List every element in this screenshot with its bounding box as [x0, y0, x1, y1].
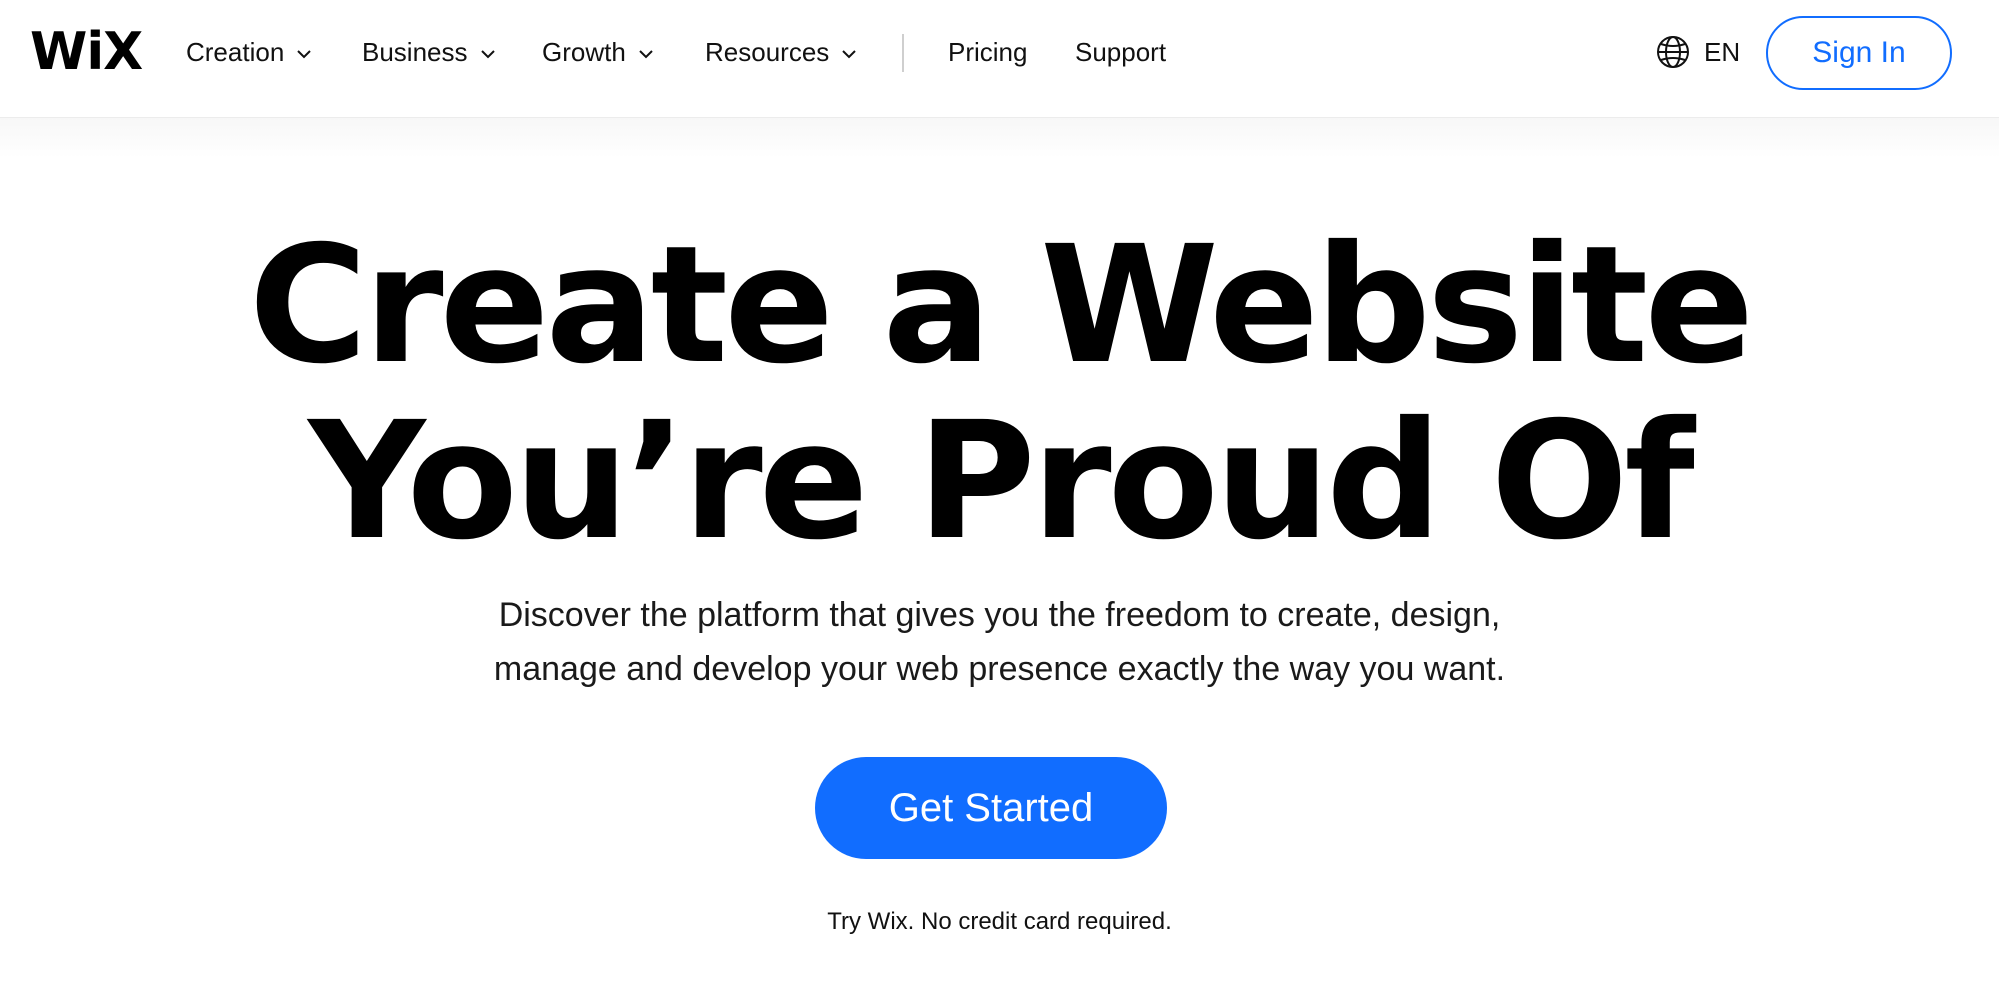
nav-business[interactable]: Business: [362, 34, 498, 70]
hero-subtitle: Discover the platform that gives you the…: [0, 588, 1999, 696]
nav-business-label: Business: [362, 37, 468, 67]
wix-logo[interactable]: WiX: [30, 26, 143, 78]
hero-subtitle-line-1: Discover the platform that gives you the…: [498, 596, 1501, 634]
globe-icon: [1657, 36, 1689, 68]
nav-divider: [902, 34, 904, 72]
nav-support-label: Support: [1075, 37, 1167, 67]
sign-in-button[interactable]: Sign In: [1766, 16, 1952, 90]
nav-support[interactable]: Support: [1075, 34, 1166, 70]
nav-growth-label: Growth: [542, 37, 626, 67]
hero-title-line-1: Create a Website: [248, 212, 1754, 400]
top-header: WiX Creation Business Growth Resources P…: [0, 0, 1999, 118]
header-shadow: [0, 118, 1999, 158]
hero-subtitle-line-2: manage and develop your web presence exa…: [493, 650, 1506, 688]
hero-title: Create a Website You’re Proud Of: [0, 218, 1999, 570]
hero-title-line-2: You’re Proud Of: [308, 388, 1695, 576]
language-label: EN: [1704, 37, 1741, 67]
no-credit-card-note: Try Wix. No credit card required.: [827, 908, 1172, 935]
nav-pricing[interactable]: Pricing: [948, 34, 1027, 70]
language-selector[interactable]: EN: [1656, 34, 1740, 70]
chevron-down-icon: [842, 50, 856, 59]
nav-pricing-label: Pricing: [948, 37, 1028, 67]
nav-resources[interactable]: Resources: [705, 34, 859, 70]
chevron-down-icon: [297, 50, 311, 59]
chevron-down-icon: [480, 50, 495, 59]
nav-growth[interactable]: Growth: [542, 34, 656, 70]
get-started-button[interactable]: Get Started: [815, 757, 1167, 859]
chevron-down-icon: [639, 50, 653, 59]
nav-creation[interactable]: Creation: [186, 34, 314, 70]
nav-creation-label: Creation: [186, 37, 285, 67]
nav-resources-label: Resources: [705, 37, 830, 67]
